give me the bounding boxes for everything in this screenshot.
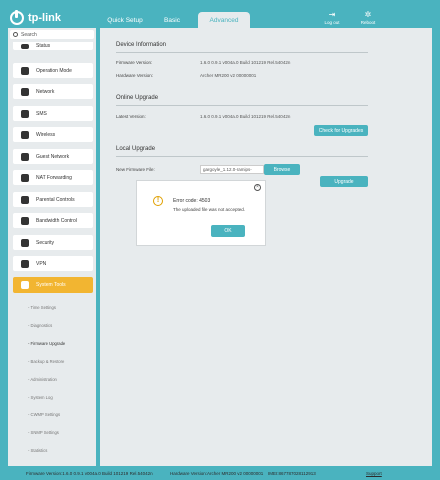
sidebar-item-label: NAT Forwarding (36, 174, 72, 181)
sidebar-item-label: Guest Network (36, 153, 70, 160)
error-dialog: × ! Error code: 4503 The uploaded file w… (136, 180, 266, 246)
footer: Firmware Version:1.6.0 0.9.1 v004a.0 Bui… (0, 466, 440, 480)
nat-icon (21, 173, 29, 182)
footer-imei: IMEI:867787028112913 (268, 470, 316, 476)
subitem-administration[interactable]: - Administration (28, 377, 57, 382)
reboot-icon: ✲ (364, 10, 372, 19)
sidebar-item-label: Bandwidth Control (36, 217, 77, 224)
latest-version-label: Latest Version: (116, 114, 146, 119)
sidebar-item-label: Security (36, 239, 55, 246)
wifi-icon (21, 130, 29, 139)
sidebar-item-label: System Tools (36, 282, 66, 288)
footer-hardware: Hardware Version:Archer MR200 v2 0000000… (170, 470, 264, 476)
shield-icon (21, 238, 29, 247)
firmware-file-field[interactable]: gargoyle_1.12.0-ramips- (200, 165, 264, 174)
main-panel: Device Information Firmware Version: 1.6… (100, 28, 432, 466)
upgrade-button[interactable]: Upgrade (320, 176, 368, 187)
sidebar-item-vpn[interactable]: VPN (13, 256, 93, 271)
subitem-cwmp-settings[interactable]: - CWMP Settings (28, 412, 60, 417)
subitem-backup-restore[interactable]: - Backup & Restore (28, 359, 64, 364)
sidebar-item-wireless[interactable]: Wireless (13, 127, 93, 142)
gear-icon (21, 281, 29, 289)
vpn-icon (21, 259, 29, 268)
header-actions: ⇥ Log out ✲ Reboot (320, 10, 380, 25)
subitem-diagnostics[interactable]: - Diagnostics (28, 323, 52, 328)
globe-icon (21, 87, 29, 96)
tp-link-logo: tp-link (10, 8, 80, 28)
logo-mark-icon (10, 10, 24, 25)
new-firmware-file-label: New Firmware File: (116, 167, 155, 172)
footer-firmware: Firmware Version:1.6.0 0.9.1 v004a.0 Bui… (26, 470, 153, 476)
reboot-label: Reboot (360, 20, 376, 25)
hardware-version-label: Hardware Version: (116, 73, 154, 78)
search-input[interactable]: Search (10, 30, 94, 39)
device-info-title: Device Information (116, 42, 167, 48)
sidebar-item-label: VPN (36, 260, 47, 267)
sidebar: Search Status Operation Mode Network SMS… (8, 28, 96, 466)
sidebar-item-label: Wireless (36, 131, 56, 138)
sidebar-item-sms[interactable]: SMS (13, 106, 93, 121)
parental-icon (21, 195, 29, 204)
sidebar-item-label: SMS (36, 110, 47, 117)
subitem-firmware-upgrade[interactable]: - Firmware Upgrade (28, 341, 65, 346)
local-upgrade-title: Local Upgrade (116, 146, 156, 152)
support-link[interactable]: Support (366, 471, 382, 476)
firmware-version-label: Firmware Version: (116, 60, 153, 65)
ok-button[interactable]: OK (211, 225, 245, 237)
sidebar-item-label: Parental Controls (36, 196, 75, 203)
sidebar-item-nat-forwarding[interactable]: NAT Forwarding (13, 170, 93, 185)
envelope-icon (21, 109, 29, 118)
logout-button[interactable]: ⇥ Log out (320, 10, 344, 25)
sidebar-item-operation-mode[interactable]: Operation Mode (13, 63, 93, 78)
sidebar-item-network[interactable]: Network (13, 84, 93, 99)
divider (116, 156, 368, 157)
firmware-version-value: 1.6.0 0.9.1 v004a.0 Build 101219 Rel.540… (200, 60, 291, 65)
sidebar-item-label: Operation Mode (36, 67, 72, 74)
sidebar-item-label: Network (36, 88, 55, 95)
latest-version-value: 1.6.0 0.9.1 v004a.0 Build 101219 Rel.540… (200, 114, 291, 119)
hardware-version-value: Archer MR200 v2 00000001 (200, 73, 257, 78)
sidebar-item-label: Status (36, 43, 51, 49)
subitem-system-log[interactable]: - System Log (28, 395, 53, 400)
error-title: Error code: 4503 (173, 198, 211, 204)
subitem-time-settings[interactable]: - Time Settings (28, 305, 56, 310)
subitem-statistics[interactable]: - Statistics (28, 448, 47, 453)
people-icon (21, 152, 29, 161)
bandwidth-icon (21, 216, 29, 225)
divider (116, 52, 368, 53)
sidebar-item-security[interactable]: Security (13, 235, 93, 250)
sidebar-item-parental-controls[interactable]: Parental Controls (13, 192, 93, 207)
warning-icon: ! (153, 196, 163, 206)
search-placeholder: Search (21, 31, 37, 38)
sidebar-item-bandwidth-control[interactable]: Bandwidth Control (13, 213, 93, 228)
reboot-button[interactable]: ✲ Reboot (356, 10, 380, 25)
sidebar-item-status[interactable]: Status (13, 42, 93, 50)
error-message: The uploaded file was not accepted. (173, 207, 246, 212)
divider (116, 105, 368, 106)
toggle-icon (21, 66, 29, 75)
sidebar-item-guest-network[interactable]: Guest Network (13, 149, 93, 164)
search-icon (13, 32, 18, 37)
logout-label: Log out (324, 20, 340, 25)
logout-icon: ⇥ (328, 10, 336, 19)
logo-text: tp-link (28, 12, 61, 24)
check-for-upgrades-button[interactable]: Check for Upgrades (314, 125, 368, 136)
subitem-snmp-settings[interactable]: - SNMP Settings (28, 430, 59, 435)
online-upgrade-title: Online Upgrade (116, 95, 159, 101)
status-icon (21, 43, 29, 49)
browse-button[interactable]: Browse (264, 164, 300, 175)
close-icon[interactable]: × (254, 184, 261, 191)
sidebar-item-system-tools[interactable]: System Tools (13, 277, 93, 293)
